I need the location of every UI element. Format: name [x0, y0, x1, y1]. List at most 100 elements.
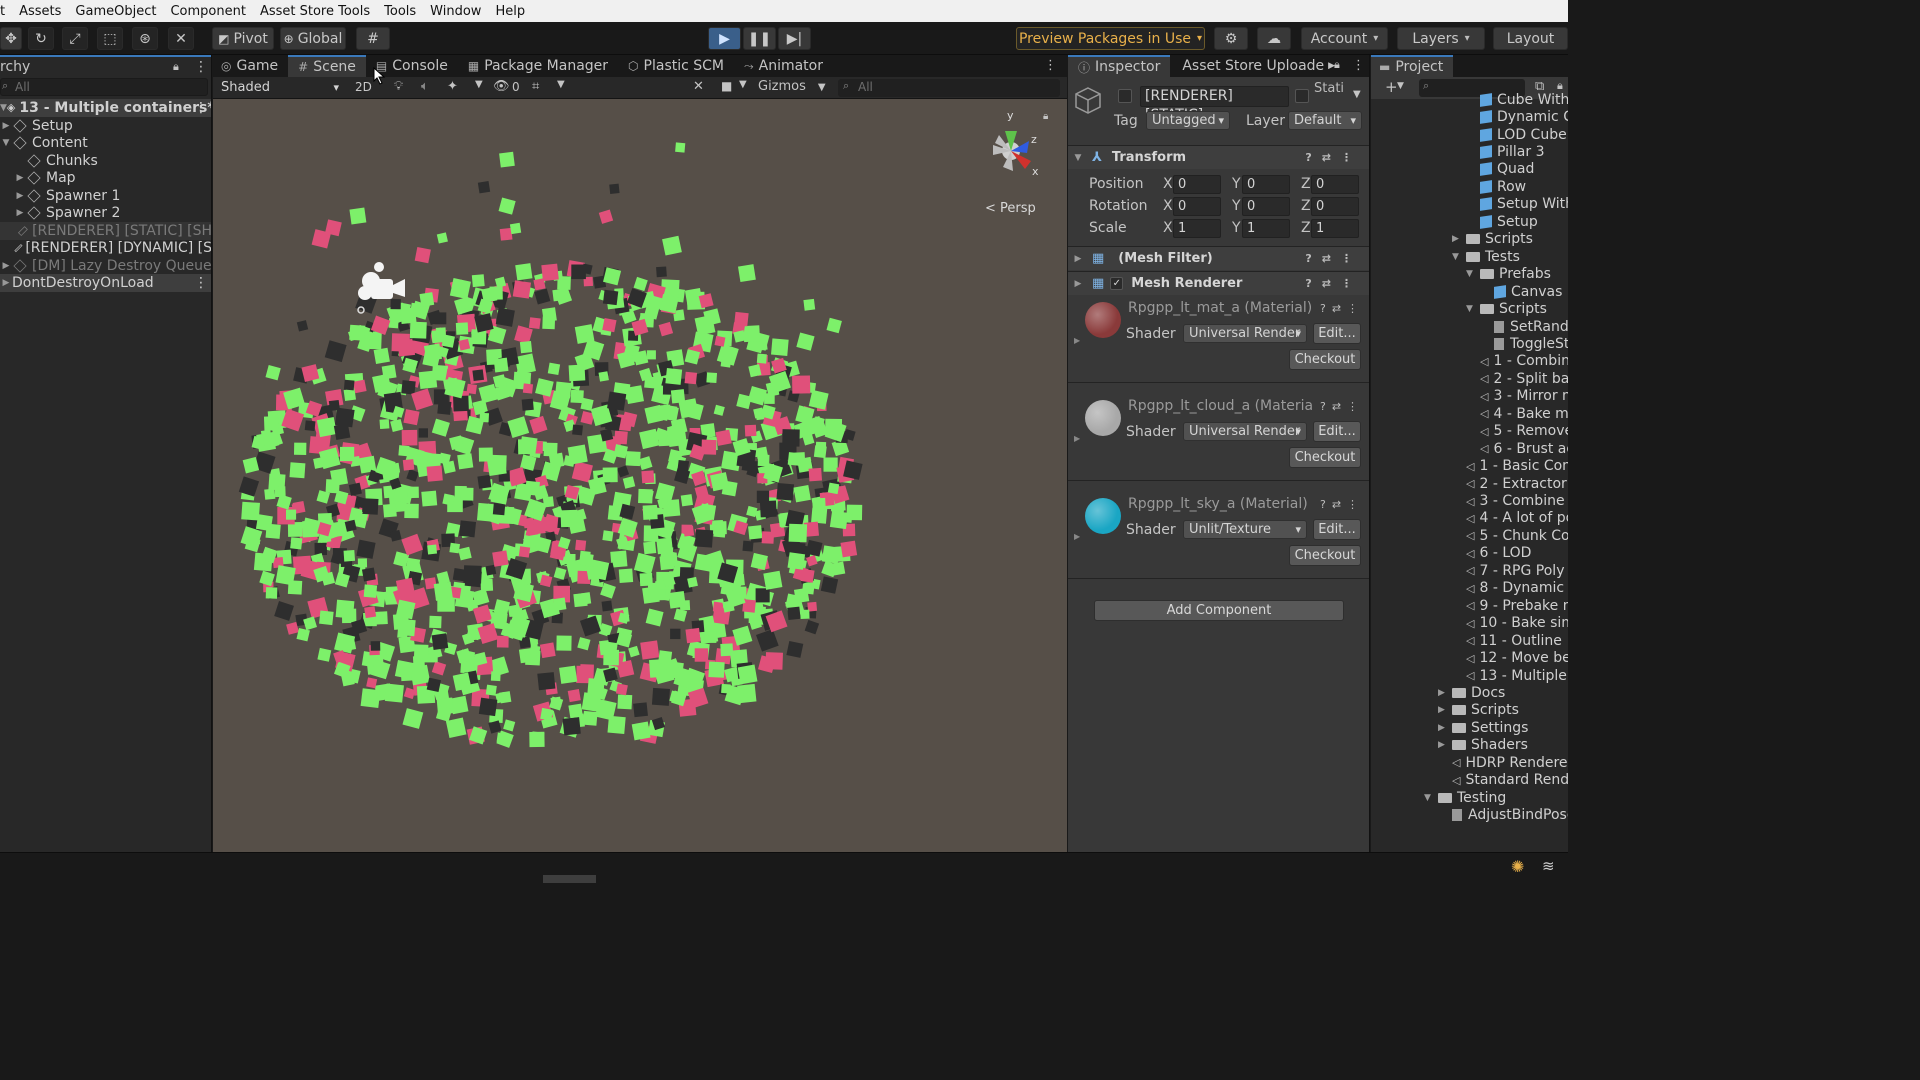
hierarchy-item-content[interactable]: ▼ Content [0, 134, 211, 152]
account-dropdown[interactable]: Account ▾ [1301, 27, 1388, 50]
chevron-down-icon[interactable]: ▼ [0, 138, 12, 148]
menu-item-gameobject[interactable]: GameObject [68, 4, 163, 19]
shader-dropdown[interactable]: Universal Render [1183, 324, 1307, 343]
tab-project[interactable]: ▬ Project [1371, 55, 1454, 77]
project-item[interactable]: Setup [1480, 213, 1538, 230]
menu-item-component[interactable]: Component [163, 4, 252, 19]
scale-x-field[interactable]: 1 [1173, 219, 1221, 238]
chevron-right-icon[interactable]: ▶ [1438, 723, 1447, 733]
hierarchy-dontdestroy-row[interactable]: ▶ DontDestroyOnLoad ⋮ [0, 274, 211, 292]
project-item[interactable]: ToggleStat [1494, 335, 1568, 352]
grid-snap-button[interactable]: # [356, 27, 390, 50]
project-item[interactable]: ◁ 2 - Split base [1480, 370, 1568, 387]
project-item[interactable]: ◁ 2 - Extractor [1466, 475, 1567, 492]
project-item[interactable]: Cube With M [1480, 91, 1568, 108]
shader-dropdown[interactable]: Unlit/Texture [1183, 520, 1307, 539]
chevron-down-icon[interactable]: ▼ [1452, 252, 1461, 262]
object-name-field[interactable]: [RENDERER] [STATIC] [1140, 86, 1289, 123]
project-item[interactable]: ◁ 6 - LOD [1466, 545, 1531, 562]
project-item[interactable]: ◁ 13 - Multiple co [1466, 667, 1568, 684]
camera-gizmo-icon[interactable] [353, 259, 413, 319]
position-y-label[interactable]: Y [1232, 176, 1241, 192]
shading-mode-dropdown[interactable]: Shaded [215, 78, 345, 97]
layer-dropdown[interactable]: Default [1288, 111, 1362, 130]
pause-button[interactable]: ❚❚ [743, 27, 776, 50]
step-button[interactable]: ▶| [778, 27, 811, 50]
rotation-z-field[interactable]: 0 [1311, 197, 1359, 216]
project-item[interactable]: ◁ 1 - Combine w [1480, 353, 1568, 370]
chevron-down-icon[interactable]: ▼ [1424, 793, 1433, 803]
chevron-right-icon[interactable]: ▶ [1074, 532, 1080, 541]
active-checkbox[interactable] [1118, 89, 1132, 103]
project-item[interactable]: ◁ 5 - Chunk Comb [1466, 527, 1568, 544]
hierarchy-item-spawner-1[interactable]: ▶ Spawner 1 [0, 187, 211, 205]
2d-toggle[interactable]: 2D [355, 80, 372, 94]
position-z-field[interactable]: 0 [1311, 175, 1359, 194]
pivot-toggle[interactable]: ◩ Pivot [212, 27, 274, 50]
rotation-x-label[interactable]: X [1163, 198, 1173, 214]
bug-icon[interactable]: ✺ [1511, 857, 1524, 876]
shader-dropdown[interactable]: Universal Render [1183, 422, 1307, 441]
hierarchy-item-spawner-2[interactable]: ▶ Spawner 2 [0, 204, 211, 222]
audio-icon[interactable]: 🔈︎ [421, 79, 429, 94]
material-header-icons[interactable]: ?⇄⋮ [1320, 302, 1364, 315]
chevron-right-icon[interactable]: ▶ [1074, 336, 1080, 345]
edit-shader-button[interactable]: Edit... [1313, 519, 1361, 540]
project-item[interactable]: ▼ Testing [1424, 789, 1506, 806]
project-item[interactable]: ▶ Docs [1438, 684, 1505, 701]
chevron-down-icon[interactable]: ▼ [475, 79, 483, 90]
menu-item-tools[interactable]: Tools [377, 4, 423, 19]
tab-scene[interactable]: # Scene [288, 55, 366, 77]
chevron-down-icon[interactable]: ▼ [739, 79, 747, 90]
lock-icon[interactable]: 🔒︎ [1043, 111, 1048, 122]
cloud-button[interactable]: ☁ [1257, 27, 1291, 50]
project-item[interactable]: ◁ 12 - Move betw [1466, 649, 1568, 666]
chevron-right-icon[interactable]: ▶ [0, 278, 12, 288]
hierarchy-item-renderer-static[interactable]: [RENDERER] [STATIC] [SH [0, 222, 211, 240]
checkout-button[interactable]: Checkout [1289, 545, 1361, 566]
project-item[interactable]: ◁ 6 - Brust add [1480, 440, 1568, 457]
move-tool-button[interactable]: ✥ [0, 27, 22, 50]
hierarchy-item-chunks[interactable]: Chunks [0, 152, 211, 170]
orientation-gizmo[interactable]: y z x [973, 105, 1053, 185]
scale-z-label[interactable]: Z [1301, 220, 1311, 236]
chevron-right-icon[interactable]: ▶ [14, 208, 26, 218]
material-name[interactable]: Rpgpp_lt_sky_a (Material) [1128, 496, 1316, 512]
effects-icon[interactable]: ✦ [447, 79, 458, 94]
kebab-menu-icon[interactable]: ⋮ [194, 100, 208, 116]
plus-icon[interactable]: + [1385, 78, 1398, 96]
chevron-down-icon[interactable]: ▼ [1353, 89, 1361, 100]
camera-icon[interactable]: ■ [721, 79, 732, 93]
chevron-right-icon[interactable]: ▶ [0, 261, 12, 271]
chevron-right-icon[interactable]: ▶ [1072, 279, 1084, 289]
gizmos-dropdown[interactable]: Gizmos ▼ [758, 79, 826, 94]
project-item[interactable]: ▶ Shaders [1438, 737, 1528, 754]
layers-dropdown[interactable]: Layers ▾ [1397, 27, 1485, 50]
rotate-tool-button[interactable]: ↻ [28, 27, 54, 50]
tab-asset-store-uploader[interactable]: Asset Store Uploade ▶ [1170, 55, 1345, 77]
lightbulb-icon[interactable]: 💡︎ [394, 79, 403, 94]
tab-plastic-scm[interactable]: ⬡ Plastic SCM [618, 55, 734, 77]
project-item[interactable]: ◁ 10 - Bake simpl [1466, 615, 1568, 632]
global-toggle[interactable]: ⊕ Global [280, 27, 346, 50]
chevron-down-icon[interactable]: ▼ [1397, 81, 1404, 91]
material-name[interactable]: Rpgpp_lt_cloud_a (Materia [1128, 398, 1316, 414]
edit-shader-button[interactable]: Edit... [1313, 323, 1361, 344]
rotation-x-field[interactable]: 0 [1173, 197, 1221, 216]
grid-icon[interactable]: ⌗ [532, 79, 539, 94]
project-item[interactable]: Quad [1480, 161, 1534, 178]
lock-icon[interactable]: 🔒︎ [1334, 58, 1340, 72]
scale-y-field[interactable]: 1 [1242, 219, 1290, 238]
add-component-button[interactable]: Add Component [1094, 600, 1344, 621]
rotation-z-label[interactable]: Z [1301, 198, 1311, 214]
visibility-icon[interactable]: 👁︎ [493, 79, 510, 94]
edit-shader-button[interactable]: Edit... [1313, 421, 1361, 442]
component-header-icons[interactable]: ?⇄⋮ [1305, 277, 1362, 290]
chevron-right-icon[interactable]: ▶ [1074, 434, 1080, 443]
chevron-down-icon[interactable]: ▼ [0, 103, 7, 113]
menu-item-asset-store-tools[interactable]: Asset Store Tools [253, 4, 377, 19]
scale-z-field[interactable]: 1 [1311, 219, 1359, 238]
lock-icon[interactable]: 🔒︎ [173, 60, 179, 74]
custom-tool-button[interactable]: ✕ [168, 27, 194, 50]
collab-button[interactable]: ⚙ [1214, 27, 1248, 50]
